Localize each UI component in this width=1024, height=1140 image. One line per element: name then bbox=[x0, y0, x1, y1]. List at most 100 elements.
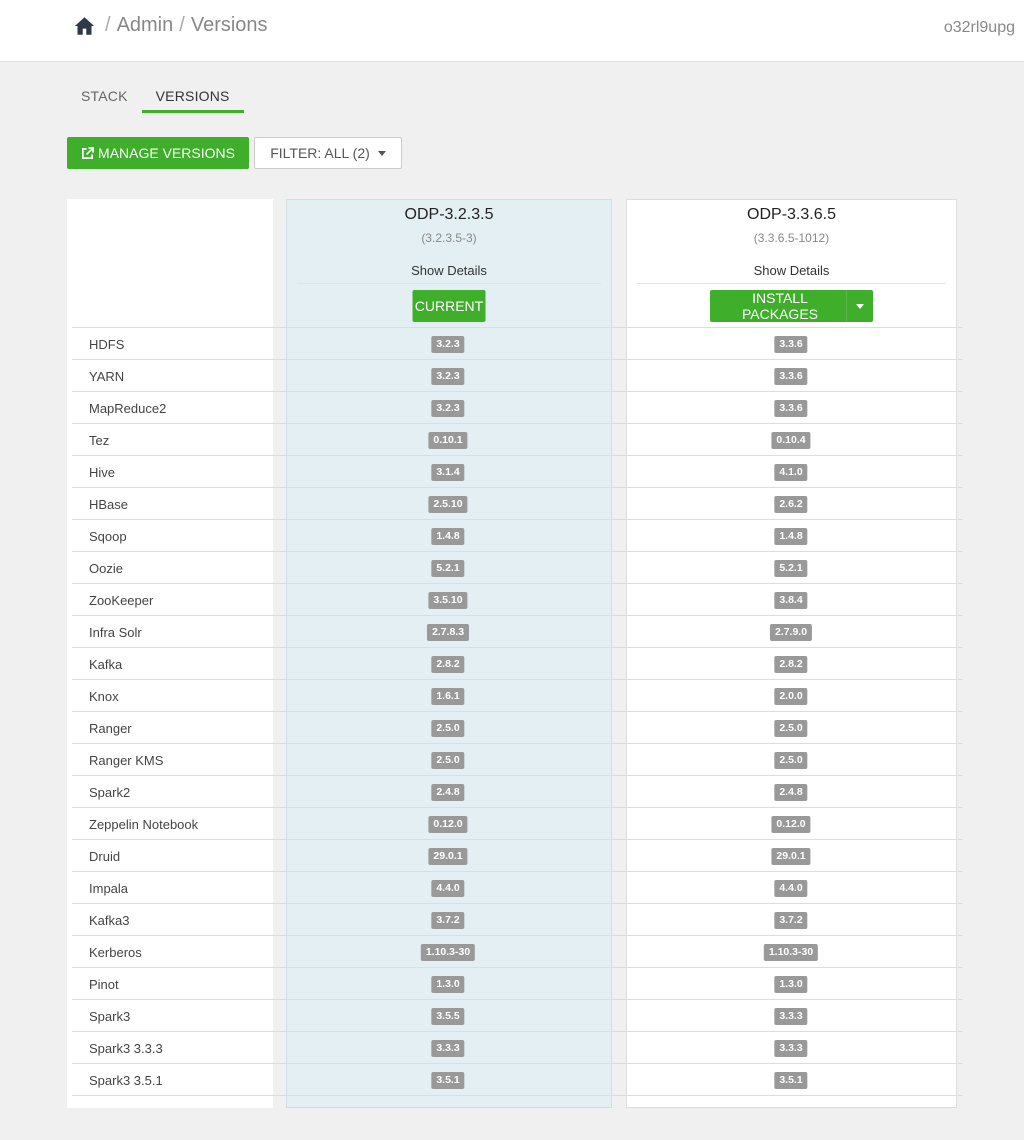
breadcrumb-separator: / bbox=[105, 14, 111, 36]
version-badge-target: 3.3.6 bbox=[774, 368, 808, 385]
top-bar: / Admin / Versions o32rl9upg bbox=[0, 0, 1024, 62]
version-badge-current: 0.12.0 bbox=[428, 816, 468, 833]
home-icon[interactable] bbox=[74, 16, 95, 36]
version-name: ODP-3.3.6.5 bbox=[747, 206, 836, 223]
divider bbox=[297, 283, 601, 284]
service-name: HDFS bbox=[89, 337, 125, 352]
table-row: Ranger KMS 2.5.0 2.5.0 bbox=[72, 743, 963, 775]
version-badge-target: 2.5.0 bbox=[774, 720, 808, 737]
version-badge-target: 0.12.0 bbox=[771, 816, 811, 833]
service-name: HBase bbox=[89, 497, 129, 512]
table-row: Oozie 5.2.1 5.2.1 bbox=[72, 551, 963, 583]
external-link-icon bbox=[82, 146, 94, 159]
table-row: Sqoop 1.4.8 1.4.8 bbox=[72, 519, 963, 551]
version-badge-target: 1.4.8 bbox=[774, 528, 808, 545]
version-badge-target: 3.8.4 bbox=[774, 592, 808, 609]
version-badge-target: 5.2.1 bbox=[774, 560, 808, 577]
table-row: Kerberos 1.10.3-30 1.10.3-30 bbox=[72, 935, 963, 967]
version-badge-current: 3.2.3 bbox=[431, 368, 465, 385]
table-row: Infra Solr 2.7.8.3 2.7.9.0 bbox=[72, 615, 963, 647]
tab-versions[interactable]: VERSIONS bbox=[141, 86, 244, 113]
version-badge-target: 2.5.0 bbox=[774, 752, 808, 769]
service-name: Sqoop bbox=[89, 529, 127, 544]
version-badge-target: 4.1.0 bbox=[774, 464, 808, 481]
divider bbox=[637, 283, 946, 284]
version-badge-current: 0.10.1 bbox=[428, 432, 468, 449]
version-build: (3.3.6.5-1012) bbox=[753, 231, 830, 245]
service-name: Spark3 bbox=[89, 1009, 131, 1024]
version-build: (3.2.3.5-3) bbox=[421, 231, 477, 245]
install-options-toggle[interactable] bbox=[846, 290, 873, 322]
version-badge-current: 29.0.1 bbox=[428, 848, 468, 865]
user-menu[interactable]: o32rl9upg bbox=[944, 19, 1015, 37]
install-packages-button[interactable]: INSTALL PACKAGES bbox=[710, 290, 873, 322]
service-name: Ranger KMS bbox=[89, 753, 164, 768]
manage-versions-button[interactable]: MANAGE VERSIONS bbox=[67, 137, 249, 169]
filter-dropdown[interactable]: FILTER: ALL (2) bbox=[254, 137, 402, 169]
breadcrumb: / Admin / Versions bbox=[74, 14, 268, 37]
version-name: ODP-3.2.3.5 bbox=[404, 206, 494, 223]
version-badge-current: 1.6.1 bbox=[431, 688, 465, 705]
version-badge-target: 2.6.2 bbox=[774, 496, 808, 513]
service-name: Spark2 bbox=[89, 785, 131, 800]
table-row: YARN 3.2.3 3.3.6 bbox=[72, 359, 963, 391]
version-badge-current: 2.5.0 bbox=[431, 720, 465, 737]
version-badge-current: 1.10.3-30 bbox=[420, 944, 476, 961]
show-details-link[interactable]: Show Details bbox=[627, 263, 956, 278]
service-name: Infra Solr bbox=[89, 625, 142, 640]
version-badge-target: 0.10.4 bbox=[771, 432, 811, 449]
version-badge-target: 4.4.0 bbox=[774, 880, 808, 897]
version-badge-current: 3.2.3 bbox=[431, 336, 465, 353]
version-badge-target: 3.7.2 bbox=[774, 912, 808, 929]
table-row: Tez 0.10.1 0.10.4 bbox=[72, 423, 963, 455]
table-row: Ranger 2.5.0 2.5.0 bbox=[72, 711, 963, 743]
version-badge-current: 2.8.2 bbox=[431, 656, 465, 673]
version-badge-current: 3.3.3 bbox=[431, 1040, 465, 1057]
table-row: Hive 3.1.4 4.1.0 bbox=[72, 455, 963, 487]
breadcrumb-current: Versions bbox=[190, 14, 268, 36]
version-badge-current: 1.3.0 bbox=[431, 976, 465, 993]
service-name: Spark3 3.3.3 bbox=[89, 1041, 163, 1056]
version-badge-current: 3.1.4 bbox=[431, 464, 465, 481]
table-row: ZooKeeper 3.5.10 3.8.4 bbox=[72, 583, 963, 615]
version-header: ODP-3.2.3.5 (3.2.3.5-3) Show Details CUR… bbox=[287, 200, 611, 328]
table-row: Spark3 3.5.1 3.5.1 3.5.1 bbox=[72, 1063, 963, 1095]
manage-versions-label: MANAGE VERSIONS bbox=[98, 145, 235, 161]
table-row: Spark3 3.3.3 3.3.3 3.3.3 bbox=[72, 1031, 963, 1063]
table-row: Druid 29.0.1 29.0.1 bbox=[72, 839, 963, 871]
service-name: MapReduce2 bbox=[89, 401, 167, 416]
install-packages-label: INSTALL PACKAGES bbox=[742, 290, 818, 322]
service-name: ZooKeeper bbox=[89, 593, 154, 608]
version-badge-target: 3.3.6 bbox=[774, 400, 808, 417]
breadcrumb-separator: / bbox=[179, 14, 185, 36]
version-badge-target: 2.8.2 bbox=[774, 656, 808, 673]
chevron-down-icon bbox=[856, 303, 864, 309]
version-badge-target: 3.3.6 bbox=[774, 336, 808, 353]
service-name: Impala bbox=[89, 881, 129, 896]
table-row: HBase 2.5.10 2.6.2 bbox=[72, 487, 963, 519]
service-name: Kerberos bbox=[89, 945, 142, 960]
version-badge-current: 3.7.2 bbox=[431, 912, 465, 929]
service-name: Ranger bbox=[89, 721, 132, 736]
version-badge-target: 29.0.1 bbox=[771, 848, 811, 865]
version-badge-current: 2.5.0 bbox=[431, 752, 465, 769]
version-badge-current: 3.5.1 bbox=[431, 1072, 465, 1089]
services-table: HDFS 3.2.3 3.3.6 YARN 3.2.3 3.3.6 MapRed… bbox=[72, 327, 963, 1095]
table-row: MapReduce2 3.2.3 3.3.6 bbox=[72, 391, 963, 423]
service-name: Hive bbox=[89, 465, 116, 480]
version-badge-current: 5.2.1 bbox=[431, 560, 465, 577]
service-name: Tez bbox=[89, 433, 110, 448]
filter-label: FILTER: ALL (2) bbox=[270, 145, 370, 161]
version-badge-target: 3.3.3 bbox=[774, 1040, 808, 1057]
tab-stack[interactable]: STACK bbox=[67, 86, 142, 113]
version-badge-current: 3.2.3 bbox=[431, 400, 465, 417]
current-button[interactable]: CURRENT bbox=[412, 290, 486, 322]
table-row: Spark3 3.5.5 3.3.3 bbox=[72, 999, 963, 1031]
table-row: Kafka3 3.7.2 3.7.2 bbox=[72, 903, 963, 935]
version-badge-current: 1.4.8 bbox=[431, 528, 465, 545]
breadcrumb-admin-link[interactable]: Admin bbox=[117, 14, 174, 37]
show-details-link[interactable]: Show Details bbox=[287, 263, 611, 278]
version-badge-current: 4.4.0 bbox=[431, 880, 465, 897]
version-header: ODP-3.3.6.5 (3.3.6.5-1012) Show Details … bbox=[627, 200, 956, 328]
table-row: Impala 4.4.0 4.4.0 bbox=[72, 871, 963, 903]
